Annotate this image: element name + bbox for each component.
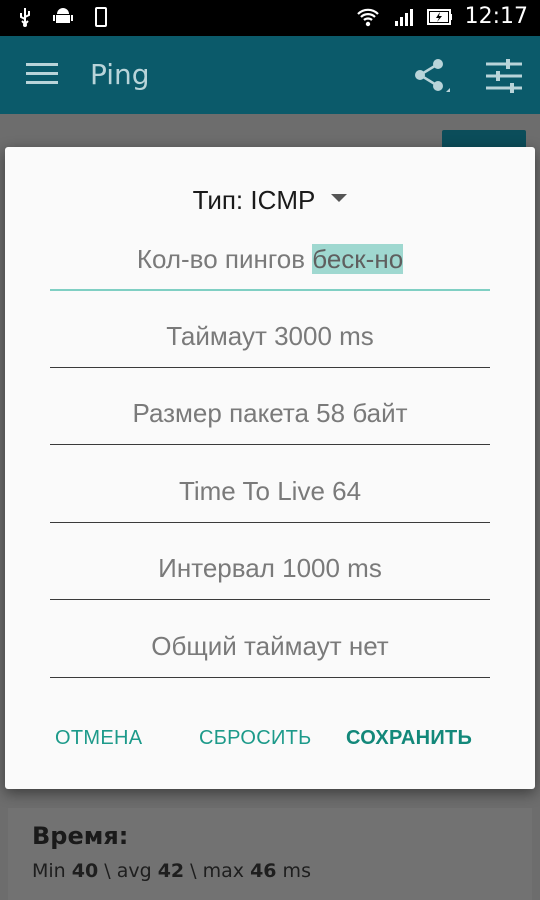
stats-card: Время: Min 40 \ avg 42 \ max 46 ms	[8, 808, 532, 900]
app-title: Ping	[90, 58, 150, 91]
stats-title: Время:	[32, 822, 129, 850]
stats-line: Min 40 \ avg 42 \ max 46 ms	[32, 860, 311, 882]
ttl-field[interactable]: Time To Live 64	[50, 469, 490, 523]
screenshot-icon	[95, 7, 107, 27]
save-button[interactable]: СОХРАНИТЬ	[346, 727, 472, 750]
max-value: 46	[250, 860, 277, 882]
packet-size-field[interactable]: Размер пакета 58 байт	[50, 391, 490, 445]
avg-label: \ avg	[98, 860, 158, 882]
signal-icon	[394, 8, 413, 26]
type-label: Тип: ICMP	[192, 185, 316, 215]
total-timeout-field[interactable]: Общий таймаут нет	[50, 624, 490, 678]
app-bar: Ping	[0, 36, 540, 114]
dropdown-arrow-icon	[331, 194, 348, 203]
interval-field[interactable]: Интервал 1000 ms	[50, 546, 490, 600]
wifi-icon	[356, 8, 379, 26]
ping-count-field[interactable]: Кол-во пингов беск-но	[50, 237, 490, 291]
type-spinner[interactable]: Тип: ICMP	[5, 185, 535, 216]
android-debug-icon	[53, 8, 73, 23]
battery-charging-icon	[426, 8, 452, 25]
ping-settings-dialog: Тип: ICMP Кол-во пингов беск-но Таймаут …	[5, 147, 535, 789]
reset-button[interactable]: СБРОСИТЬ	[199, 727, 312, 750]
status-bar: 12:17	[0, 0, 540, 36]
max-label: \ max	[184, 860, 251, 882]
avg-value: 42	[157, 860, 185, 882]
min-label: Min	[32, 860, 72, 882]
usb-icon	[20, 8, 30, 27]
ping-count-value: беск-но	[312, 244, 404, 274]
share-icon[interactable]	[410, 56, 450, 96]
timeout-field[interactable]: Таймаут 3000 ms	[50, 314, 490, 368]
unit-label: ms	[276, 860, 311, 882]
clock: 12:17	[464, 4, 528, 29]
min-value: 40	[71, 860, 99, 882]
cancel-button[interactable]: ОТМЕНА	[55, 727, 142, 750]
menu-icon[interactable]	[26, 63, 58, 87]
dialog-actions: ОТМЕНА СБРОСИТЬ СОХРАНИТЬ	[5, 727, 535, 763]
tune-icon[interactable]	[484, 56, 524, 96]
ping-count-label: Кол-во пингов	[136, 244, 313, 274]
